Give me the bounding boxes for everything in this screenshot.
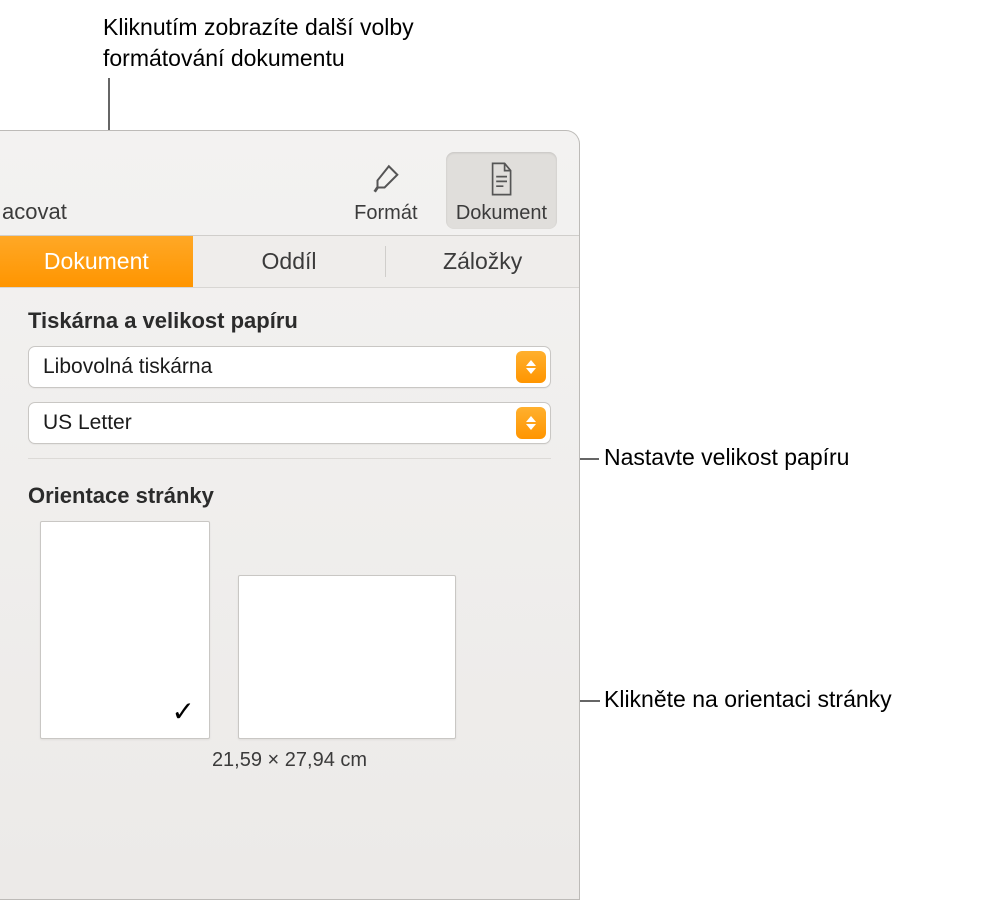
printer-value: Libovolná tiskárna	[43, 355, 212, 379]
tab-bookmarks[interactable]: Záložky	[386, 236, 579, 287]
tab-document[interactable]: Dokument	[0, 236, 193, 287]
orientation-portrait[interactable]: ✓	[40, 521, 210, 739]
paper-size-value: US Letter	[43, 411, 132, 435]
page-dimensions: 21,59 × 27,94 cm	[28, 749, 551, 772]
section-title-orientation: Orientace stránky	[28, 483, 551, 509]
inspector-tabs: Dokument Oddíl Záložky	[0, 236, 579, 288]
toolbar-collaborate-partial: acovat	[0, 199, 67, 225]
document-icon	[486, 158, 516, 200]
tab-label: Záložky	[443, 248, 522, 275]
section-title-printer: Tiskárna a velikost papíru	[28, 308, 551, 334]
toolbar: acovat Formát	[0, 131, 579, 236]
document-button[interactable]: Dokument	[446, 152, 557, 229]
tab-section[interactable]: Oddíl	[193, 236, 386, 287]
orientation-landscape[interactable]	[238, 575, 456, 739]
popup-arrows-icon	[516, 351, 546, 383]
printer-popup[interactable]: Libovolná tiskárna	[28, 346, 551, 388]
tab-label: Dokument	[44, 248, 149, 275]
callout-document-tab: Kliknutím zobrazíte další volby formátov…	[103, 12, 503, 74]
printer-paper-section: Tiskárna a velikost papíru Libovolná tis…	[0, 288, 579, 772]
callout-orientation: Klikněte na orientaci stránky	[604, 686, 892, 713]
checkmark-icon: ✓	[172, 695, 195, 728]
divider	[28, 458, 551, 459]
format-label: Formát	[354, 202, 417, 225]
tab-label: Oddíl	[262, 248, 317, 275]
popup-arrows-icon	[516, 407, 546, 439]
callout-paper-size: Nastavte velikost papíru	[604, 444, 849, 471]
orientation-options: ✓	[28, 521, 551, 739]
document-label: Dokument	[456, 202, 547, 225]
format-button[interactable]: Formát	[336, 152, 436, 229]
paintbrush-icon	[369, 158, 403, 200]
inspector-panel: acovat Formát	[0, 130, 580, 900]
paper-size-popup[interactable]: US Letter	[28, 402, 551, 444]
